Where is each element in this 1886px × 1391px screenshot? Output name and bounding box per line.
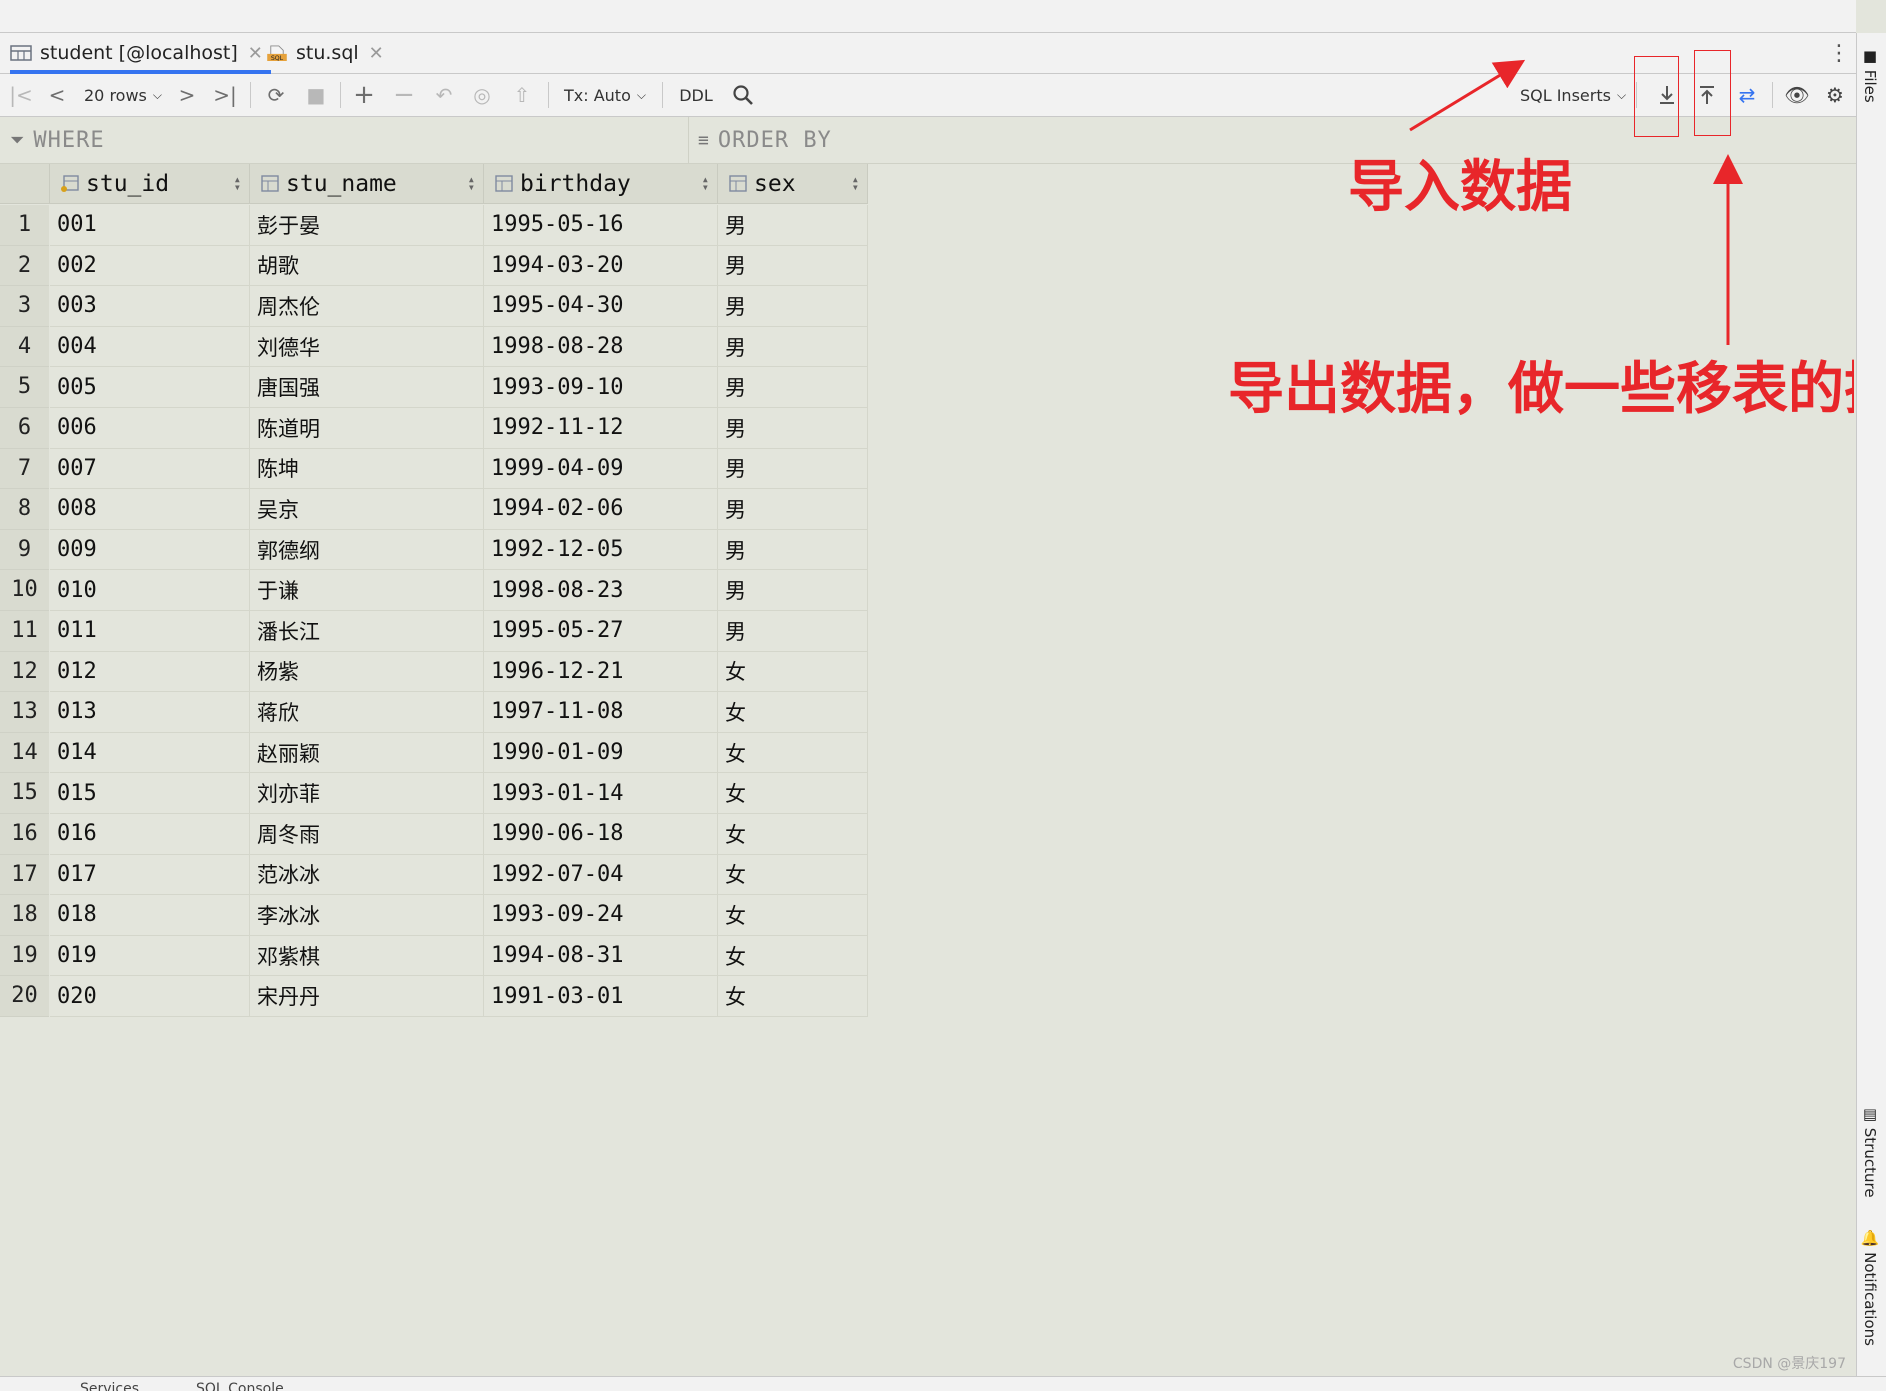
structure-label: Structure [1861, 1127, 1879, 1198]
services-tool-button[interactable]: Services [80, 1381, 139, 1391]
watermark: CSDN @景庆197 [1732, 1356, 1846, 1372]
files-tool-button[interactable]: ■ Files [1861, 47, 1879, 103]
annotation-arrows [1409, 59, 1743, 345]
import-annotation: 导入数据 [1348, 155, 1572, 220]
notifications-label: Notifications [1861, 1252, 1879, 1346]
bell-icon: 🔔 [1861, 1229, 1879, 1248]
sql-console-tool-button[interactable]: SQL Console [196, 1381, 284, 1391]
notifications-tool-button[interactable]: 🔔 Notifications [1861, 1229, 1879, 1346]
right-tool-strip: ■ Files ▤ Structure 🔔 Notifications [1856, 33, 1886, 1377]
bottom-tool-strip: Services SQL Console [0, 1376, 1886, 1391]
structure-tool-button[interactable]: ▤ Structure [1861, 1105, 1879, 1198]
structure-icon: ▤ [1861, 1105, 1879, 1123]
import-arrow [1409, 59, 1526, 132]
folder-icon: ■ [1861, 47, 1879, 65]
export-annotation: 导出数据，做一些移表的操 [1228, 357, 1854, 422]
files-label: Files [1861, 69, 1879, 103]
